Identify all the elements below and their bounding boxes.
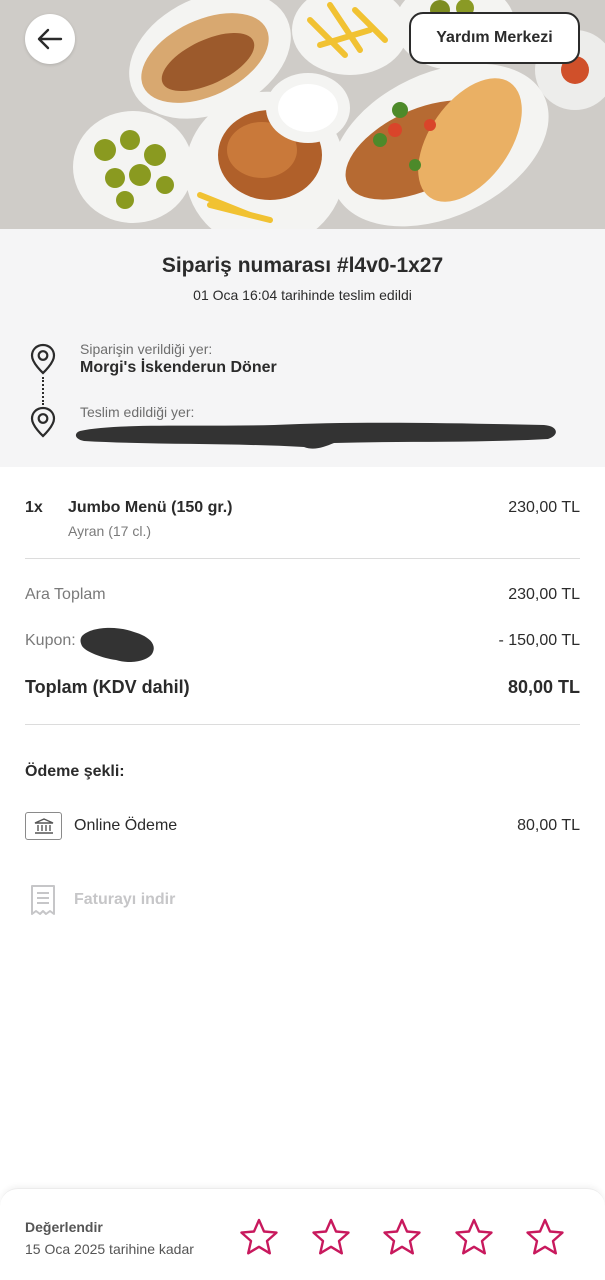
item-name: Jumbo Menü (150 gr.) [68,499,233,516]
star-icon[interactable] [311,1217,351,1257]
total-value: 80,00 TL [507,677,580,697]
item-option: Ayran (17 cl.) [68,523,151,539]
location-pin-icon [30,343,56,375]
star-icon[interactable] [454,1217,494,1257]
rating-bar: Değerlendir 15 Oca 2025 tarihine kadar [0,1188,605,1280]
divider [25,558,580,559]
location-pin-icon [30,406,56,438]
rate-deadline: 15 Oca 2025 tarihine kadar [25,1241,194,1257]
route-dots [42,377,44,405]
star-icon[interactable] [382,1217,422,1257]
order-header: Sipariş numarası #l4v0-1x27 01 Oca 16:04… [0,229,605,467]
coupon-value: - 150,00 TL [498,632,580,649]
rate-title: Değerlendir [25,1219,103,1235]
star-icon[interactable] [239,1217,279,1257]
order-number-title: Sipariş numarası #l4v0-1x27 [161,254,444,277]
redacted-address [75,422,556,449]
receipt-icon [31,885,55,915]
download-invoice-label: Faturayı indir [74,891,176,908]
pickup-label: Siparişin verildiği yer: [80,341,213,357]
subtotal-label: Ara Toplam [25,586,106,603]
download-invoice-button[interactable]: Faturayı indir [25,883,225,917]
redacted-coupon-code [80,627,154,662]
divider [25,724,580,725]
help-center-button[interactable]: Yardım Merkezi [409,12,580,64]
payment-method-title: Ödeme şekli: [25,763,125,780]
payment-amount: 80,00 TL [517,817,580,834]
payment-method-name: Online Ödeme [74,817,178,834]
subtotal-value: 230,00 TL [508,586,580,603]
delivered-time: 01 Oca 16:04 tarihinde teslim edildi [193,287,412,303]
restaurant-hero-image: Yardım Merkezi [0,0,605,229]
item-price: 230,00 TL [508,499,580,516]
total-label: Toplam (KDV dahil) [25,677,190,697]
coupon-label: Kupon: [25,632,76,649]
star-icon[interactable] [525,1217,565,1257]
restaurant-name: Morgi's İskenderun Döner [80,359,277,376]
arrow-left-icon [37,28,63,50]
bank-card-icon [25,812,62,840]
item-quantity: 1x [25,499,43,516]
back-button[interactable] [25,14,75,64]
